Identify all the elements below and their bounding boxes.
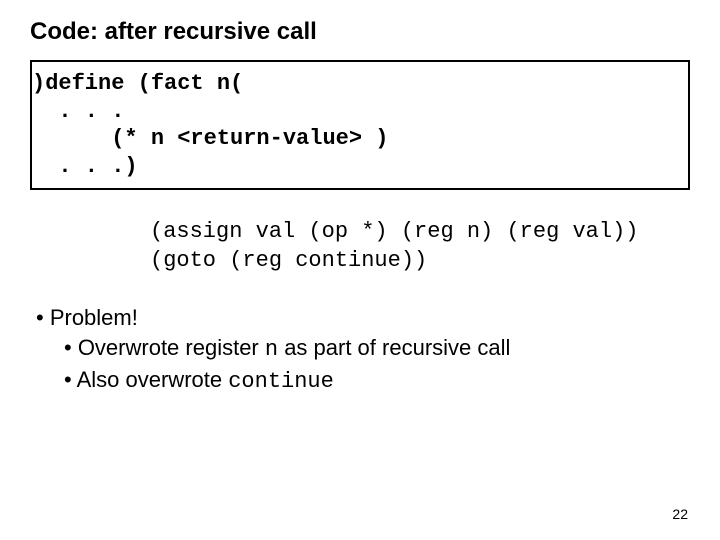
- bullet-item: • Also overwrote continue: [36, 365, 690, 397]
- assembly-line: (assign val (op *) (reg n) (reg val)): [150, 218, 690, 247]
- bullet-text: as part of recursive call: [278, 335, 510, 360]
- code-line: . . .: [32, 98, 680, 126]
- assembly-block: (assign val (op *) (reg n) (reg val)) (g…: [150, 218, 690, 275]
- code-box: )define (fact n( . . . (* n <return-valu…: [30, 60, 690, 190]
- page-number: 22: [672, 506, 688, 522]
- bullet-text: • Also overwrote: [64, 367, 228, 392]
- code-line: . . .): [32, 153, 680, 181]
- code-line: (* n <return-value> ): [32, 125, 680, 153]
- bullet-item: • Overwrote register n as part of recurs…: [36, 333, 690, 365]
- inline-code: n: [265, 337, 278, 362]
- assembly-line: (goto (reg continue)): [150, 247, 690, 276]
- bullet-text: • Overwrote register: [64, 335, 265, 360]
- bullet-item: • Problem!: [36, 303, 690, 333]
- slide-title: Code: after recursive call: [30, 18, 690, 46]
- code-line: )define (fact n(: [32, 70, 680, 98]
- bullet-list: • Problem! • Overwrote register n as par…: [36, 303, 690, 396]
- inline-code: continue: [228, 369, 334, 394]
